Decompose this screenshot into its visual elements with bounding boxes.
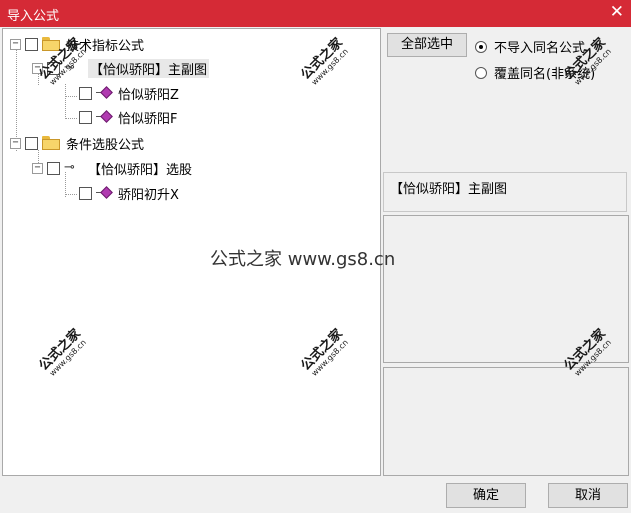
key-icon: ⊸: [64, 60, 75, 75]
close-icon[interactable]: ✕: [610, 3, 624, 21]
gem-icon: [96, 186, 113, 200]
tree-item-label: 技术指标公式: [66, 38, 145, 54]
tree-checkbox[interactable]: [79, 86, 92, 100]
collapse-icon[interactable]: −: [32, 62, 43, 74]
folder-icon: [42, 136, 60, 150]
tree-item-stock-screening[interactable]: − 条件选股公式: [10, 132, 144, 154]
radio-label: 覆盖同名(非系统): [494, 67, 596, 82]
selected-formula-name: 【恰似骄阳】主副图: [390, 182, 508, 197]
ok-button[interactable]: 确定: [446, 483, 526, 508]
radio-overwrite-duplicates[interactable]: 覆盖同名(非系统): [475, 63, 595, 82]
gem-icon: [96, 86, 113, 100]
formula-tree[interactable]: − 技术指标公式 − ⊸ 【恰似骄阳】主副图 恰似骄阳Z 恰似骄阳F − 条件选…: [2, 28, 381, 476]
tree-item-label: 【恰似骄阳】选股: [88, 162, 193, 178]
radio-button[interactable]: [475, 66, 487, 79]
tree-connector: [65, 118, 77, 119]
tree-item-formula-z[interactable]: 恰似骄阳Z: [79, 82, 179, 104]
gem-icon: [96, 110, 113, 124]
radio-skip-duplicates[interactable]: 不导入同名公式: [475, 37, 585, 56]
formula-preview-panel: [383, 215, 629, 363]
folder-icon: [42, 37, 60, 51]
tree-item-formula-f[interactable]: 恰似骄阳F: [79, 106, 177, 128]
collapse-icon[interactable]: −: [10, 38, 21, 50]
tree-checkbox[interactable]: [47, 61, 60, 75]
tree-checkbox[interactable]: [25, 136, 38, 150]
tree-connector: [65, 194, 77, 195]
tree-item-main-chart[interactable]: − ⊸ 【恰似骄阳】主副图: [32, 57, 210, 79]
tree-checkbox[interactable]: [79, 186, 92, 200]
formula-description-panel: [383, 367, 629, 476]
tree-checkbox[interactable]: [47, 161, 60, 175]
tree-item-stock-pick[interactable]: − ⊸ 【恰似骄阳】选股: [32, 157, 192, 179]
tree-item-label: 恰似骄阳F: [118, 111, 178, 127]
tree-item-label: 【恰似骄阳】主副图: [88, 58, 210, 78]
tree-item-formula-x[interactable]: 骄阳初升X: [79, 182, 179, 204]
title-bar: 导入公式 ✕: [0, 0, 631, 27]
key-icon: ⊸: [64, 160, 75, 175]
tree-item-label: 条件选股公式: [66, 137, 145, 153]
tree-item-label: 骄阳初升X: [118, 187, 179, 203]
collapse-icon[interactable]: −: [32, 162, 43, 174]
tree-item-tech-indicators[interactable]: − 技术指标公式: [10, 33, 144, 55]
tree-checkbox[interactable]: [79, 110, 92, 124]
tree-item-label: 恰似骄阳Z: [118, 87, 179, 103]
tree-checkbox[interactable]: [25, 37, 38, 51]
radio-label: 不导入同名公式: [494, 41, 586, 56]
radio-button[interactable]: [475, 40, 487, 53]
tree-connector: [65, 96, 77, 97]
window-title: 导入公式: [7, 9, 60, 24]
select-all-button[interactable]: 全部选中: [387, 33, 467, 57]
collapse-icon[interactable]: −: [10, 137, 21, 149]
selected-formula-info: 【恰似骄阳】主副图: [383, 172, 627, 212]
cancel-button[interactable]: 取消: [548, 483, 628, 508]
tree-connector: [65, 84, 66, 119]
